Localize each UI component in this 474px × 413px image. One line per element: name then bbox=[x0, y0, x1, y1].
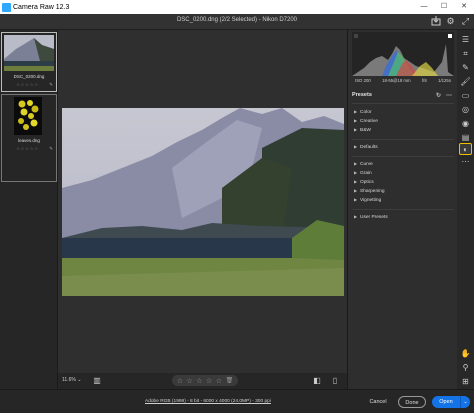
presets-title: Presets bbox=[352, 92, 372, 98]
rating-star-4[interactable]: ☆ bbox=[206, 377, 212, 385]
title-bar: Camera Raw 12.3 — ☐ ✕ bbox=[0, 0, 474, 14]
filmstrip-item[interactable]: DSC_0200.dng ☆☆☆☆☆ ✎ bbox=[1, 32, 57, 92]
edited-badge-icon: ✎ bbox=[49, 146, 53, 151]
refresh-icon[interactable]: ↻ bbox=[436, 92, 441, 99]
rating-star-1[interactable]: ☆ bbox=[177, 377, 183, 385]
color-sampler-icon[interactable]: ⚲ bbox=[459, 362, 472, 374]
gear-icon[interactable]: ⚙ bbox=[445, 16, 456, 27]
minimize-button[interactable]: — bbox=[416, 0, 432, 14]
preset-group-defaults[interactable]: ▶ Defaults bbox=[354, 144, 378, 150]
crop-icon[interactable]: ⌗ bbox=[459, 48, 472, 60]
red-eye-icon[interactable]: ◉ bbox=[459, 118, 472, 130]
graduated-filter-icon[interactable]: ▭ bbox=[459, 90, 472, 102]
divider bbox=[352, 209, 454, 210]
thumbnail-mountain bbox=[4, 35, 54, 71]
open-button[interactable]: Open bbox=[432, 396, 460, 408]
footer-bar: Adobe RGB (1998) - 8 bit - 6000 x 4000 (… bbox=[0, 389, 474, 413]
preset-group-creative[interactable]: ▶ Creative bbox=[354, 118, 378, 124]
divider bbox=[352, 103, 454, 104]
rating-star-5[interactable]: ☆ bbox=[216, 377, 222, 385]
spot-removal-icon[interactable]: ✎ bbox=[459, 62, 472, 74]
grid-overlay-icon[interactable]: ⊞ bbox=[459, 376, 472, 388]
shutter-value: 1/125s bbox=[438, 78, 451, 83]
preset-group-optics[interactable]: ▶ Optics bbox=[354, 179, 374, 185]
maximize-button[interactable]: ☐ bbox=[436, 0, 452, 14]
aperture-value: f/8 bbox=[421, 78, 427, 83]
trash-icon[interactable]: 🗑 bbox=[226, 377, 234, 384]
divider bbox=[352, 156, 454, 157]
preset-group-color[interactable]: ▶ Color bbox=[354, 109, 371, 115]
rating-star-3[interactable]: ☆ bbox=[196, 377, 202, 385]
lens-value: 18-55@18 mm bbox=[382, 78, 411, 83]
camera-info: ISO 200 18-55@18 mm f/8 1/125s bbox=[352, 78, 454, 88]
close-button[interactable]: ✕ bbox=[456, 0, 472, 14]
document-header: DSC_0200.dng (2/2 Selected) - Nikon D720… bbox=[0, 14, 474, 30]
edit-sliders-icon[interactable]: ☰ bbox=[459, 34, 472, 46]
right-panel: ISO 200 18-55@18 mm f/8 1/125s Presets ↻… bbox=[347, 30, 457, 389]
preset-group-grain[interactable]: ▶ Grain bbox=[354, 170, 372, 176]
filmstrip-filename: leaves.dng bbox=[18, 138, 40, 143]
thumbnail-leaves bbox=[14, 97, 42, 135]
divider bbox=[352, 139, 454, 140]
adjustment-brush-icon[interactable]: 🖌 bbox=[459, 76, 472, 88]
window-title: Camera Raw 12.3 bbox=[13, 3, 70, 11]
hand-icon[interactable]: ✋ bbox=[459, 348, 472, 360]
tool-strip: ☰ ⌗ ✎ 🖌 ▭ ◎ ◉ ▤ ◐ ⋯ ✋ ⚲ ⊞ bbox=[457, 30, 474, 389]
preset-group-bw[interactable]: ▶ B&W bbox=[354, 127, 371, 133]
preset-group-vignetting[interactable]: ▶ Vignetting bbox=[354, 197, 381, 203]
camera-raw-app-icon bbox=[2, 2, 11, 12]
filmstrip-filename: DSC_0200.dng bbox=[13, 74, 45, 79]
more-options-icon[interactable]: ⋯ bbox=[446, 92, 452, 99]
cancel-button[interactable]: Cancel bbox=[364, 396, 392, 408]
before-after-icon[interactable]: ◧ bbox=[312, 376, 322, 386]
done-button[interactable]: Done bbox=[398, 396, 426, 408]
main-photo bbox=[62, 108, 344, 296]
fullscreen-icon[interactable]: ⤢ bbox=[460, 16, 471, 27]
edited-badge-icon: ✎ bbox=[49, 82, 53, 87]
zoom-level[interactable]: 11.6% ⌄ bbox=[62, 377, 81, 383]
radial-filter-icon[interactable]: ◎ bbox=[459, 104, 472, 116]
presets-header: Presets ↻ ⋯ bbox=[352, 92, 454, 102]
filmstrip-toggle-icon[interactable]: ▥ bbox=[92, 376, 102, 386]
rating-star-2[interactable]: ☆ bbox=[187, 377, 193, 385]
filmstrip-stars[interactable]: ☆☆☆☆☆ bbox=[16, 82, 39, 88]
preset-group-user-presets[interactable]: ▶ User Presets bbox=[354, 214, 388, 220]
canvas-bottom-toolbar: 11.6% ⌄ ▥ ☆ ☆ ☆ ☆ ☆ 🗑 ◧ ▯ bbox=[58, 373, 347, 389]
histogram bbox=[352, 32, 454, 76]
camera-raw-window: Camera Raw 12.3 — ☐ ✕ DSC_0200.dng (2/2 … bbox=[0, 0, 474, 413]
preset-group-curve[interactable]: ▶ Curve bbox=[354, 161, 373, 167]
image-canvas[interactable] bbox=[58, 30, 347, 373]
save-image-icon[interactable] bbox=[430, 16, 441, 27]
filmstrip-item[interactable]: leaves.dng ☆☆☆☆☆ ✎ bbox=[1, 94, 57, 182]
presets-icon[interactable]: ◐ bbox=[459, 143, 472, 155]
open-options-chevron-icon[interactable]: ⌄ bbox=[460, 396, 470, 408]
rating-bar: ☆ ☆ ☆ ☆ ☆ 🗑 bbox=[172, 375, 238, 386]
compare-view-icon[interactable]: ▯ bbox=[330, 376, 340, 386]
file-title: DSC_0200.dng (2/2 Selected) - Nikon D720… bbox=[176, 17, 298, 23]
iso-value: ISO 200 bbox=[355, 78, 371, 83]
more-icon[interactable]: ⋯ bbox=[459, 156, 472, 168]
workflow-options-link[interactable]: Adobe RGB (1998) - 8 bit - 6000 x 4000 (… bbox=[145, 399, 271, 404]
filmstrip-stars[interactable]: ☆☆☆☆☆ bbox=[16, 146, 39, 152]
preset-group-sharpening[interactable]: ▶ Sharpening bbox=[354, 188, 385, 194]
filmstrip: DSC_0200.dng ☆☆☆☆☆ ✎ leaves.dng ☆☆☆☆☆ ✎ bbox=[0, 30, 58, 413]
